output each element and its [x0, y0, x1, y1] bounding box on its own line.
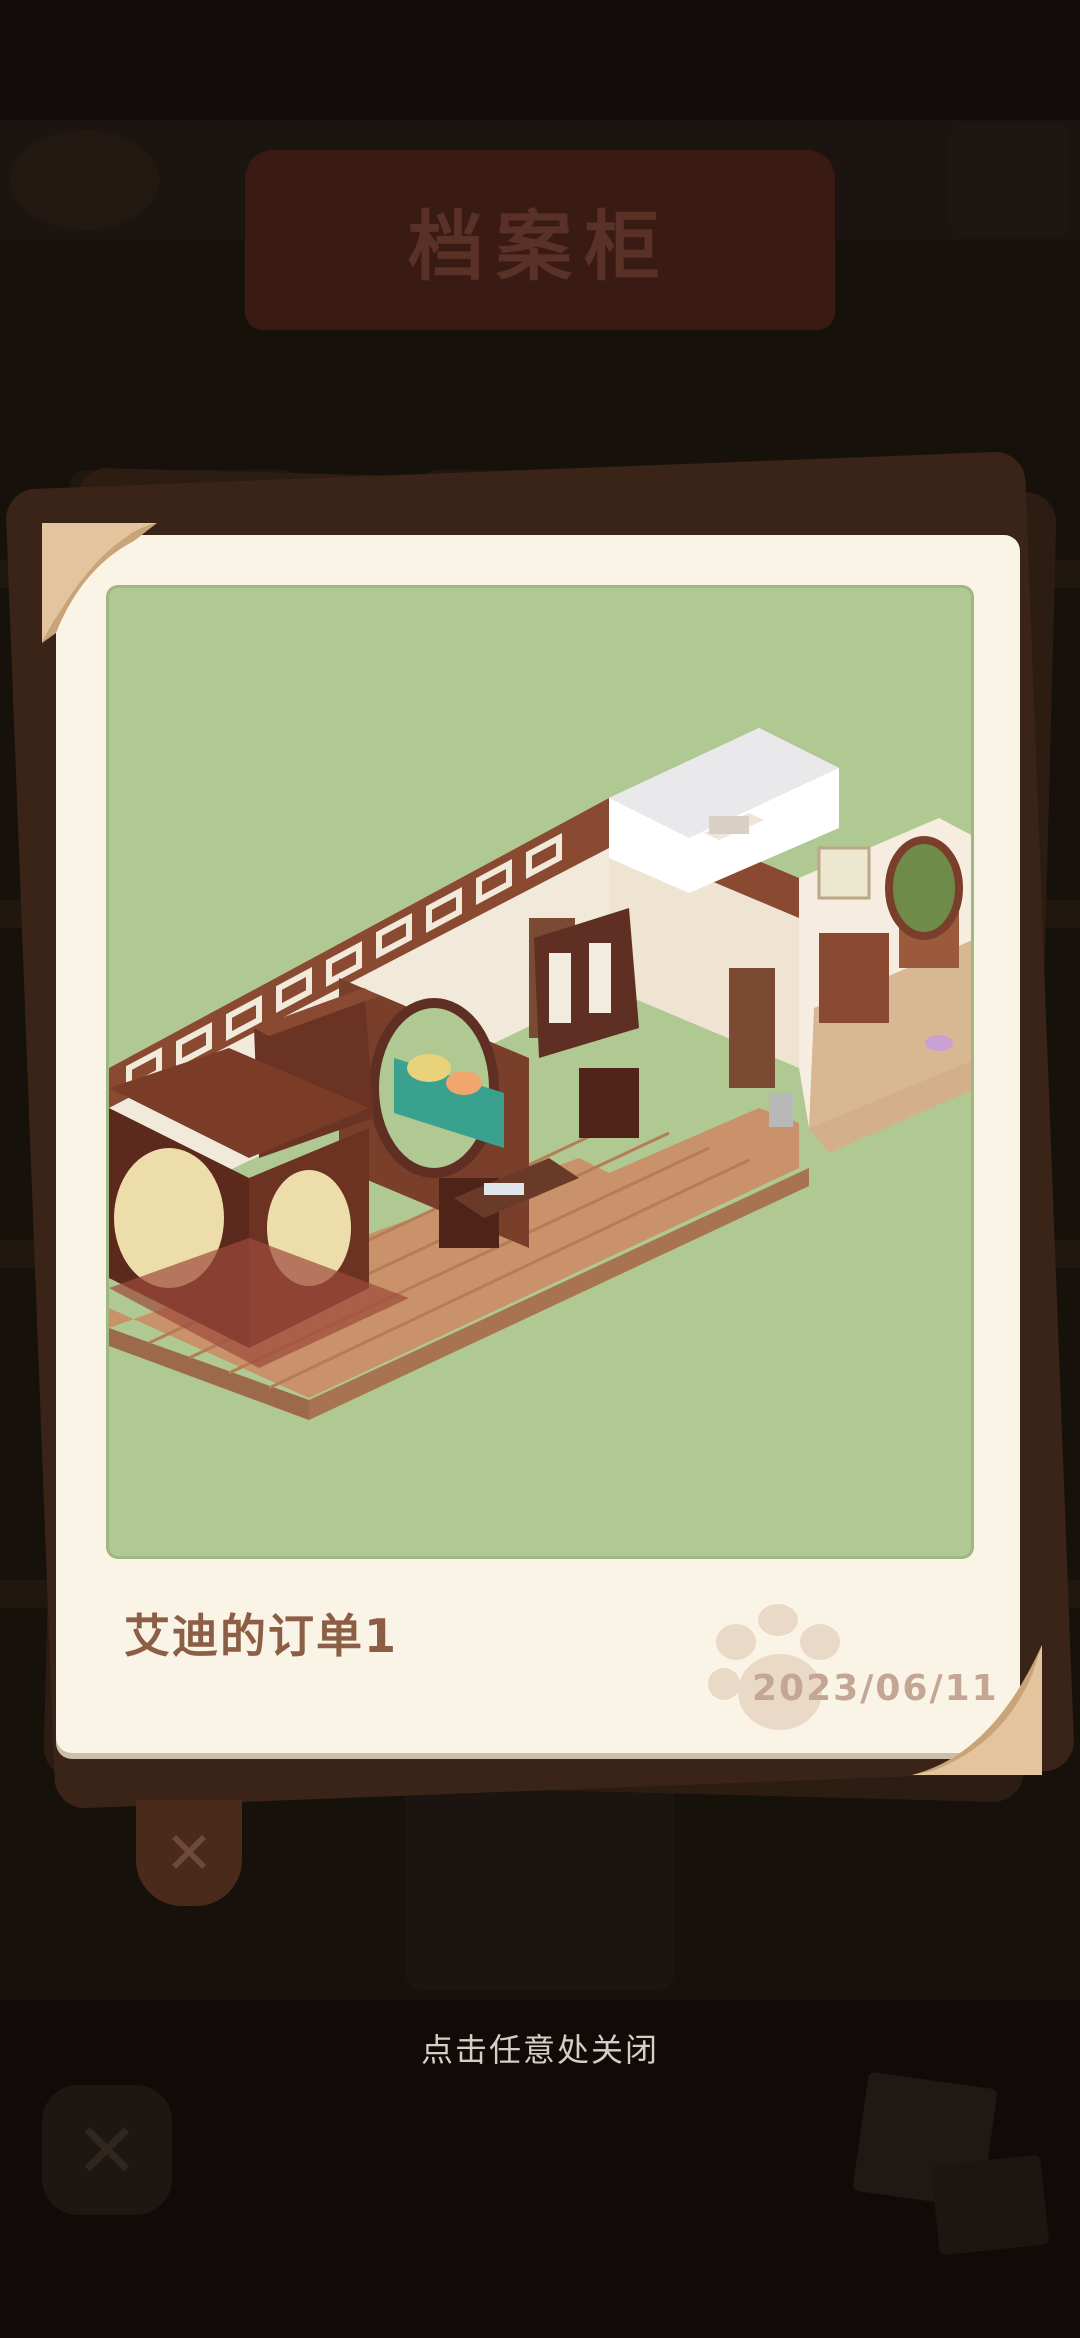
tap-to-close-hint[interactable]: 点击任意处关闭 [0, 2025, 1080, 2071]
photo-card[interactable] [56, 535, 1020, 1753]
note-decoration [930, 2154, 1050, 2256]
close-icon: ✕ [75, 2105, 139, 2195]
plant-decoration-icon [10, 130, 160, 230]
game-screen[interactable]: 档案柜 ✕ ✕ 艾迪的订单1 2023/06/11 点击任意处关闭 [0, 0, 1080, 2338]
photo-date: 2023/06/11 [752, 1668, 999, 1709]
photo-caption: 艾迪的订单1 [124, 1609, 399, 1663]
close-icon: ✕ [164, 1819, 214, 1887]
close-tab-button[interactable]: ✕ [136, 1800, 242, 1906]
room-illustration [109, 728, 971, 1420]
photo-corner-top-left [42, 523, 157, 643]
room-photo [106, 585, 974, 1559]
bottom-close-button: ✕ [42, 2085, 172, 2215]
archive-cabinet-header: 档案柜 [245, 150, 835, 330]
shelf-decoration-icon [950, 125, 1070, 235]
archive-cabinet-title: 档案柜 [408, 202, 672, 291]
bag-decoration [405, 1780, 675, 1990]
photo-corner-bottom-right [912, 1645, 1042, 1775]
